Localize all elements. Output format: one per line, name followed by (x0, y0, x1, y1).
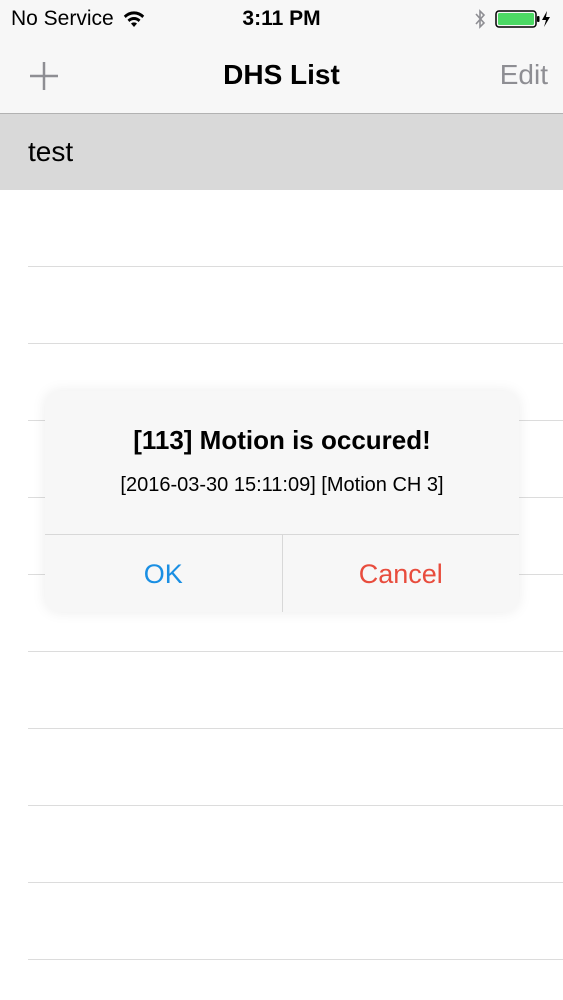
ok-button[interactable]: OK (45, 535, 283, 612)
alert-title: [113] Motion is occured! (133, 425, 431, 455)
alert-buttons: OK Cancel (45, 534, 519, 612)
screen: No Service 3:11 PM DHS List Edit test [1… (0, 0, 563, 1000)
alert-message: [2016-03-30 15:11:09] [Motion CH 3] (120, 474, 444, 496)
motion-alert: [113] Motion is occured! [2016-03-30 15:… (45, 391, 519, 612)
cancel-button[interactable]: Cancel (283, 535, 520, 612)
